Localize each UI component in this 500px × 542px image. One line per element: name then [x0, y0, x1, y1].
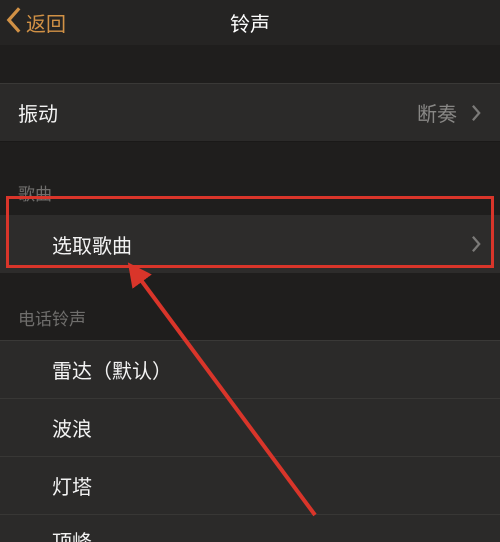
- ringtone-section-header: 电话铃声: [0, 273, 500, 340]
- chevron-right-icon: [471, 104, 482, 122]
- page-title: 铃声: [230, 8, 270, 37]
- pick-song-label: 选取歌曲: [52, 230, 132, 259]
- chevron-left-icon: [6, 7, 26, 39]
- song-section-header: 歌曲: [0, 142, 500, 215]
- ringtone-item[interactable]: 波浪: [0, 399, 500, 457]
- vibration-row[interactable]: 振动 断奏: [0, 83, 500, 142]
- ringtone-item[interactable]: 灯塔: [0, 457, 500, 515]
- ringtone-item[interactable]: 雷达（默认）: [0, 340, 500, 399]
- spacer: [0, 45, 500, 83]
- ringtone-label: 波浪: [52, 413, 92, 442]
- ringtone-label: 灯塔: [52, 471, 92, 500]
- navbar: 返回 铃声: [0, 0, 500, 45]
- pick-song-row[interactable]: 选取歌曲: [0, 215, 500, 273]
- ringtone-item[interactable]: 顶峰: [0, 515, 500, 542]
- chevron-right-icon: [471, 235, 482, 253]
- vibration-value: 断奏: [417, 98, 461, 127]
- ringtone-label: 雷达（默认）: [52, 355, 172, 384]
- vibration-label: 振动: [18, 98, 58, 127]
- back-button[interactable]: 返回: [6, 0, 66, 45]
- ringtone-label: 顶峰: [52, 526, 92, 542]
- ringtone-list: 雷达（默认） 波浪 灯塔 顶峰: [0, 340, 500, 542]
- back-label: 返回: [26, 8, 66, 37]
